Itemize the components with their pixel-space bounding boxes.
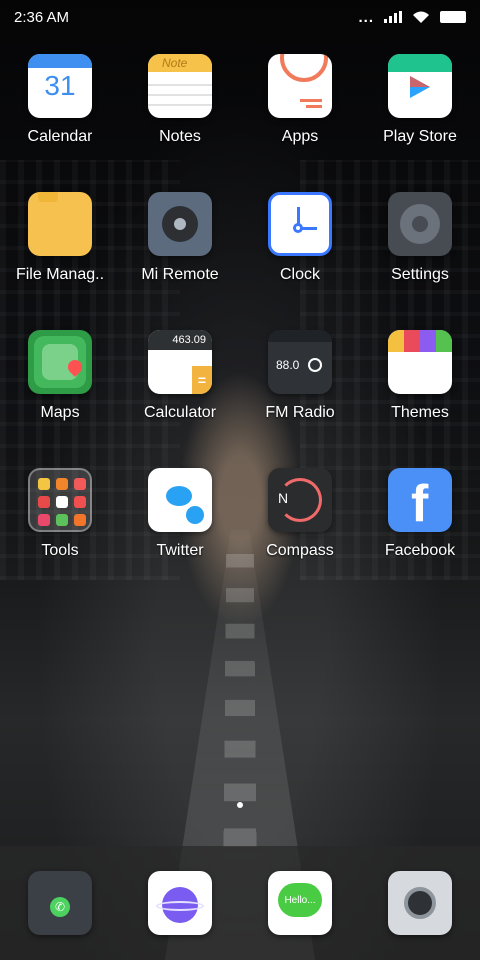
battery-icon xyxy=(440,11,466,23)
play-store-icon xyxy=(388,54,452,118)
status-bar: 2:36 AM ... xyxy=(0,0,480,34)
fm-radio-icon: 88.0 xyxy=(268,330,332,394)
app-maps[interactable]: Maps xyxy=(5,330,115,422)
app-play-store[interactable]: Play Store xyxy=(365,54,475,146)
home-app-grid: 31 Calendar Note Notes Apps Play Store F… xyxy=(0,54,480,560)
settings-gear-icon xyxy=(388,192,452,256)
app-clock[interactable]: Clock xyxy=(245,192,355,284)
wifi-icon xyxy=(413,11,429,23)
apps-icon xyxy=(268,54,332,118)
page-dot-active xyxy=(237,802,243,808)
app-label: Apps xyxy=(281,128,319,145)
calendar-icon: 31 xyxy=(28,54,92,118)
status-time: 2:36 AM xyxy=(14,8,70,26)
notes-icon: Note xyxy=(148,54,212,118)
app-label: FM Radio xyxy=(265,404,335,421)
app-themes[interactable]: Themes xyxy=(365,330,475,422)
app-twitter[interactable]: Twitter xyxy=(125,468,235,560)
app-label: Twitter xyxy=(156,542,204,559)
compass-icon: N xyxy=(268,468,332,532)
app-label: Compass xyxy=(266,542,334,559)
app-calculator[interactable]: 463.09 = Calculator xyxy=(125,330,235,422)
app-notes[interactable]: Note Notes xyxy=(125,54,235,146)
network-activity-dots: ... xyxy=(358,8,374,26)
app-label: Themes xyxy=(391,404,449,421)
phone-icon: ✆ xyxy=(28,871,92,935)
app-label: Facebook xyxy=(384,542,456,559)
app-label: File Manag.. xyxy=(15,266,105,283)
dock-camera[interactable] xyxy=(365,871,475,935)
app-apps[interactable]: Apps xyxy=(245,54,355,146)
app-settings[interactable]: Settings xyxy=(365,192,475,284)
app-calendar[interactable]: 31 Calendar xyxy=(5,54,115,146)
themes-icon xyxy=(388,330,452,394)
maps-icon xyxy=(28,330,92,394)
dock-browser[interactable] xyxy=(125,871,235,935)
browser-icon xyxy=(148,871,212,935)
messages-icon: Hello... xyxy=(268,871,332,935)
facebook-icon: f xyxy=(388,468,452,532)
calendar-date: 31 xyxy=(44,70,76,101)
dock-phone[interactable]: ✆ xyxy=(5,871,115,935)
twitter-icon xyxy=(148,468,212,532)
status-icons: ... xyxy=(358,9,466,26)
calculator-display: 463.09 xyxy=(148,330,212,350)
cellular-signal-icon xyxy=(384,11,402,23)
app-label: Mi Remote xyxy=(141,266,219,283)
mi-remote-icon xyxy=(148,192,212,256)
radio-frequency: 88.0 xyxy=(276,358,300,372)
clock-icon xyxy=(268,192,332,256)
app-label: Maps xyxy=(40,404,80,421)
app-compass[interactable]: N Compass xyxy=(245,468,355,560)
app-label: Clock xyxy=(279,266,320,283)
facebook-logo-letter: f xyxy=(411,475,429,532)
app-fm-radio[interactable]: 88.0 FM Radio xyxy=(245,330,355,422)
messages-bubble-text: Hello... xyxy=(278,883,322,917)
dock: ✆ Hello... xyxy=(0,846,480,960)
calculator-icon: 463.09 = xyxy=(148,330,212,394)
file-manager-icon xyxy=(28,192,92,256)
app-mi-remote[interactable]: Mi Remote xyxy=(125,192,235,284)
folder-tools[interactable]: Tools xyxy=(5,468,115,560)
app-label: Calendar xyxy=(27,128,93,145)
notes-handwritten-text: Note xyxy=(162,56,188,70)
camera-icon xyxy=(388,871,452,935)
app-file-manager[interactable]: File Manag.. xyxy=(5,192,115,284)
page-indicator[interactable] xyxy=(0,802,480,808)
folder-label: Tools xyxy=(41,542,79,559)
app-label: Calculator xyxy=(143,404,217,421)
app-label: Play Store xyxy=(383,128,457,145)
app-facebook[interactable]: f Facebook xyxy=(365,468,475,560)
tools-folder-icon xyxy=(28,468,92,532)
compass-north-label: N xyxy=(278,490,289,506)
app-label: Settings xyxy=(391,266,449,283)
app-label: Notes xyxy=(159,128,201,145)
dock-messages[interactable]: Hello... xyxy=(245,871,355,935)
